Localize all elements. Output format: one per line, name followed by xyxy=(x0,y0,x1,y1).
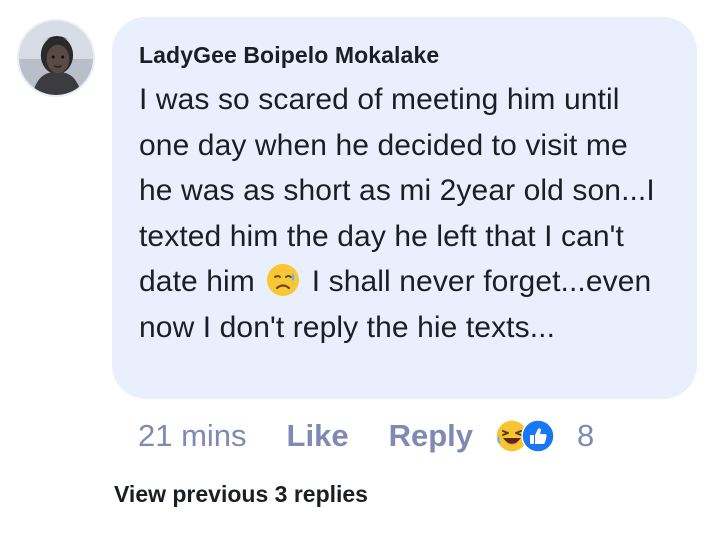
view-previous-replies-link[interactable]: View previous 3 replies xyxy=(114,481,368,508)
thumbs-up-like-icon xyxy=(521,419,555,453)
comment-author-name[interactable]: LadyGee Boipelo Mokalake xyxy=(139,39,669,71)
like-button[interactable]: Like xyxy=(287,418,349,454)
comment-bubble: LadyGee Boipelo Mokalake I was so scared… xyxy=(112,17,697,399)
reply-button[interactable]: Reply xyxy=(389,418,473,454)
reactions-summary[interactable]: 8 xyxy=(495,418,594,454)
reaction-count: 8 xyxy=(577,418,595,453)
comment-actions: 21 mins Like Reply 8 xyxy=(138,414,594,458)
sad-but-relieved-face-icon xyxy=(267,264,300,296)
commenter-avatar[interactable] xyxy=(17,19,95,97)
avatar-photo xyxy=(19,21,93,95)
comment-timestamp[interactable]: 21 mins xyxy=(138,418,247,454)
comment-text: I was so scared of meeting him until one… xyxy=(139,77,669,350)
